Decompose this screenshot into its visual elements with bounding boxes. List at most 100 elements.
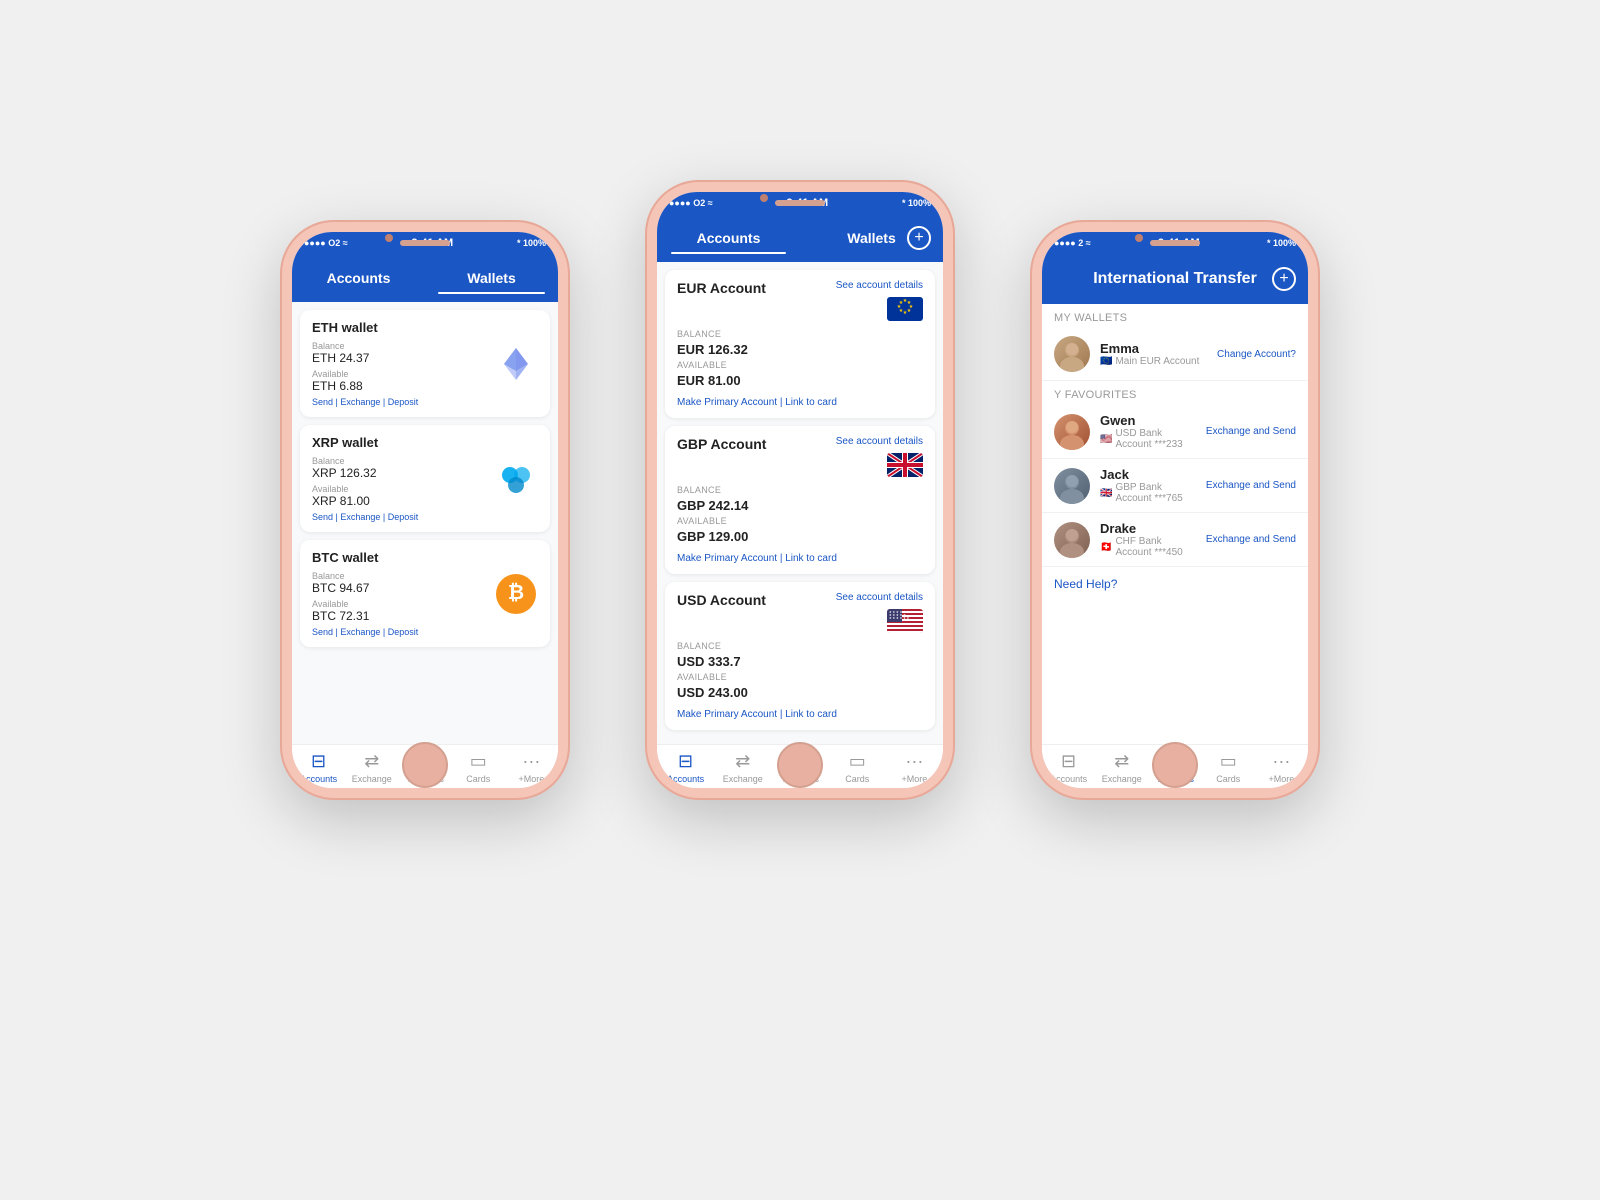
- gwen-info: Gwen 🇺🇸 USD Bank Account ***233: [1100, 413, 1196, 450]
- eth-actions[interactable]: Send | Exchange | Deposit: [312, 397, 494, 407]
- signal-center: ●●●● O2 ≈: [669, 198, 713, 208]
- gwen-name: Gwen: [1100, 413, 1196, 428]
- drake-action[interactable]: Exchange and Send: [1206, 534, 1296, 545]
- emma-flag: 🇪🇺: [1100, 356, 1112, 367]
- eur-balance-value: EUR 126.32: [677, 342, 923, 357]
- more-label-left: +More: [519, 774, 545, 784]
- gbp-actions[interactable]: Make Primary Account | Link to card: [677, 553, 923, 564]
- cards-label-left: Cards: [466, 774, 490, 784]
- nav-accounts-left[interactable]: ⊟ Accounts: [292, 751, 345, 784]
- eur-detail-link[interactable]: See account details: [836, 280, 923, 291]
- more-icon-right: ···: [1272, 751, 1290, 772]
- gbp-balance-label: Balance: [677, 485, 923, 495]
- nav-more-right[interactable]: ··· +More: [1255, 751, 1308, 784]
- add-account-button[interactable]: +: [907, 226, 931, 250]
- drake-name: Drake: [1100, 521, 1196, 536]
- add-transfer-button[interactable]: +: [1272, 267, 1296, 291]
- eur-available-label: Available: [677, 360, 923, 370]
- gbp-available-value: GBP 129.00: [677, 529, 923, 544]
- nav-exchange-left[interactable]: ⇄ Exchange: [345, 751, 398, 784]
- nav-cards-left[interactable]: ▭ Cards: [452, 751, 505, 784]
- eur-balance-label: Balance: [677, 329, 923, 339]
- nav-accounts-right[interactable]: ⊟ Accounts: [1042, 751, 1095, 784]
- nav-accounts-center[interactable]: ⊟ Accounts: [657, 751, 714, 784]
- jack-action[interactable]: Exchange and Send: [1206, 480, 1296, 491]
- tab-wallets-left[interactable]: Wallets: [425, 262, 558, 294]
- camera-right: [1135, 234, 1143, 242]
- signal-right: ●●●● 2 ≈: [1054, 238, 1091, 248]
- gbp-account-name: GBP Account: [677, 436, 766, 452]
- gbp-available-label: Available: [677, 516, 923, 526]
- gwen-account: 🇺🇸 USD Bank Account ***233: [1100, 428, 1196, 450]
- speaker-right: [1150, 240, 1200, 246]
- emma-change-link[interactable]: Change Account?: [1217, 349, 1296, 360]
- transfer-title: International Transfer: [1054, 262, 1296, 296]
- gwen-action[interactable]: Exchange and Send: [1206, 426, 1296, 437]
- nav-more-center[interactable]: ··· +More: [886, 751, 943, 784]
- eth-available-label: Available: [312, 369, 494, 379]
- accounts-list-center: EUR Account See account details ★: [657, 262, 943, 744]
- gbp-account-card: GBP Account See account details: [665, 426, 935, 574]
- phone-left: ●●●● O2 ≈ 9:41 AM * 100% Accounts Wallet…: [280, 220, 570, 800]
- gbp-flag: [887, 453, 923, 477]
- drake-item: Drake 🇨🇭 CHF Bank Account ***450 Exchang…: [1042, 513, 1308, 567]
- accounts-label-right: Accounts: [1050, 774, 1087, 784]
- current-user-item: Emma 🇪🇺 Main EUR Account Change Account?: [1042, 328, 1308, 381]
- exchange-label-center: Exchange: [723, 774, 763, 784]
- eur-account-name: EUR Account: [677, 280, 766, 296]
- signal-left: ●●●● O2 ≈: [304, 238, 348, 248]
- home-button-left[interactable]: [402, 742, 448, 788]
- help-link[interactable]: Need Help?: [1042, 567, 1308, 601]
- eth-balance-label: Balance: [312, 341, 494, 351]
- nav-cards-right[interactable]: ▭ Cards: [1202, 751, 1255, 784]
- tab-accounts-center[interactable]: Accounts: [657, 222, 800, 254]
- xrp-wallet-item: XRP wallet Balance XRP 126.32 Available …: [300, 425, 550, 532]
- nav-exchange-right[interactable]: ⇄ Exchange: [1095, 751, 1148, 784]
- jack-flag: 🇬🇧: [1100, 488, 1112, 499]
- cards-icon-right: ▭: [1220, 751, 1237, 772]
- nav-cards-center[interactable]: ▭ Cards: [829, 751, 886, 784]
- nav-more-left[interactable]: ··· +More: [505, 751, 558, 784]
- xrp-actions[interactable]: Send | Exchange | Deposit: [312, 512, 494, 522]
- battery-center: * 100%: [902, 198, 931, 208]
- xrp-wallet-name: XRP wallet: [312, 435, 494, 450]
- nav-exchange-center[interactable]: ⇄ Exchange: [714, 751, 771, 784]
- cards-label-right: Cards: [1216, 774, 1240, 784]
- emma-name: Emma: [1100, 341, 1207, 356]
- usd-account-card: USD Account See account details: [665, 582, 935, 730]
- gwen-avatar: [1054, 414, 1090, 450]
- exchange-label-left: Exchange: [352, 774, 392, 784]
- btc-wallet-item: BTC wallet Balance BTC 94.67 Available B…: [300, 540, 550, 647]
- gbp-balance-value: GBP 242.14: [677, 498, 923, 513]
- home-button-right[interactable]: [1152, 742, 1198, 788]
- jack-info: Jack 🇬🇧 GBP Bank Account ***765: [1100, 467, 1196, 504]
- favourites-section: y Favourites: [1042, 381, 1308, 405]
- emma-avatar: [1054, 336, 1090, 372]
- usd-account-name: USD Account: [677, 592, 766, 608]
- svg-text:★: ★: [907, 308, 912, 314]
- usd-balance-value: USD 333.7: [677, 654, 923, 669]
- drake-account-text: CHF Bank Account ***450: [1115, 536, 1195, 558]
- gwen-flag: 🇺🇸: [1100, 434, 1112, 445]
- exchange-icon-right: ⇄: [1114, 751, 1129, 772]
- phone-right: ●●●● 2 ≈ 9:41 AM * 100% International Tr…: [1030, 220, 1320, 800]
- eur-actions[interactable]: Make Primary Account | Link to card: [677, 397, 923, 408]
- more-icon-left: ···: [522, 751, 540, 772]
- tab-accounts-left[interactable]: Accounts: [292, 262, 425, 294]
- usd-flag: ★ ★ ★ ★ ★ ★ ★ ★ ★ ★ ★ ★ ★ ★ ★ ★ ★: [887, 609, 923, 633]
- wallet-list-left: ETH wallet Balance ETH 24.37 Available E…: [292, 302, 558, 744]
- btc-actions[interactable]: Send | Exchange | Deposit: [312, 627, 494, 637]
- eth-available-value: ETH 6.88: [312, 379, 494, 393]
- drake-account: 🇨🇭 CHF Bank Account ***450: [1100, 536, 1196, 558]
- usd-detail-link[interactable]: See account details: [836, 592, 923, 603]
- eth-balance-value: ETH 24.37: [312, 351, 494, 365]
- gbp-detail-link[interactable]: See account details: [836, 436, 923, 447]
- cards-icon-left: ▭: [470, 751, 487, 772]
- drake-flag: 🇨🇭: [1100, 542, 1112, 553]
- home-button-center[interactable]: [777, 742, 823, 788]
- eth-wallet-name: ETH wallet: [312, 320, 494, 335]
- btc-wallet-info: BTC wallet Balance BTC 94.67 Available B…: [312, 550, 494, 637]
- transfer-content: My Wallets Emma: [1042, 304, 1308, 744]
- usd-actions[interactable]: Make Primary Account | Link to card: [677, 709, 923, 720]
- accounts-label-center: Accounts: [667, 774, 704, 784]
